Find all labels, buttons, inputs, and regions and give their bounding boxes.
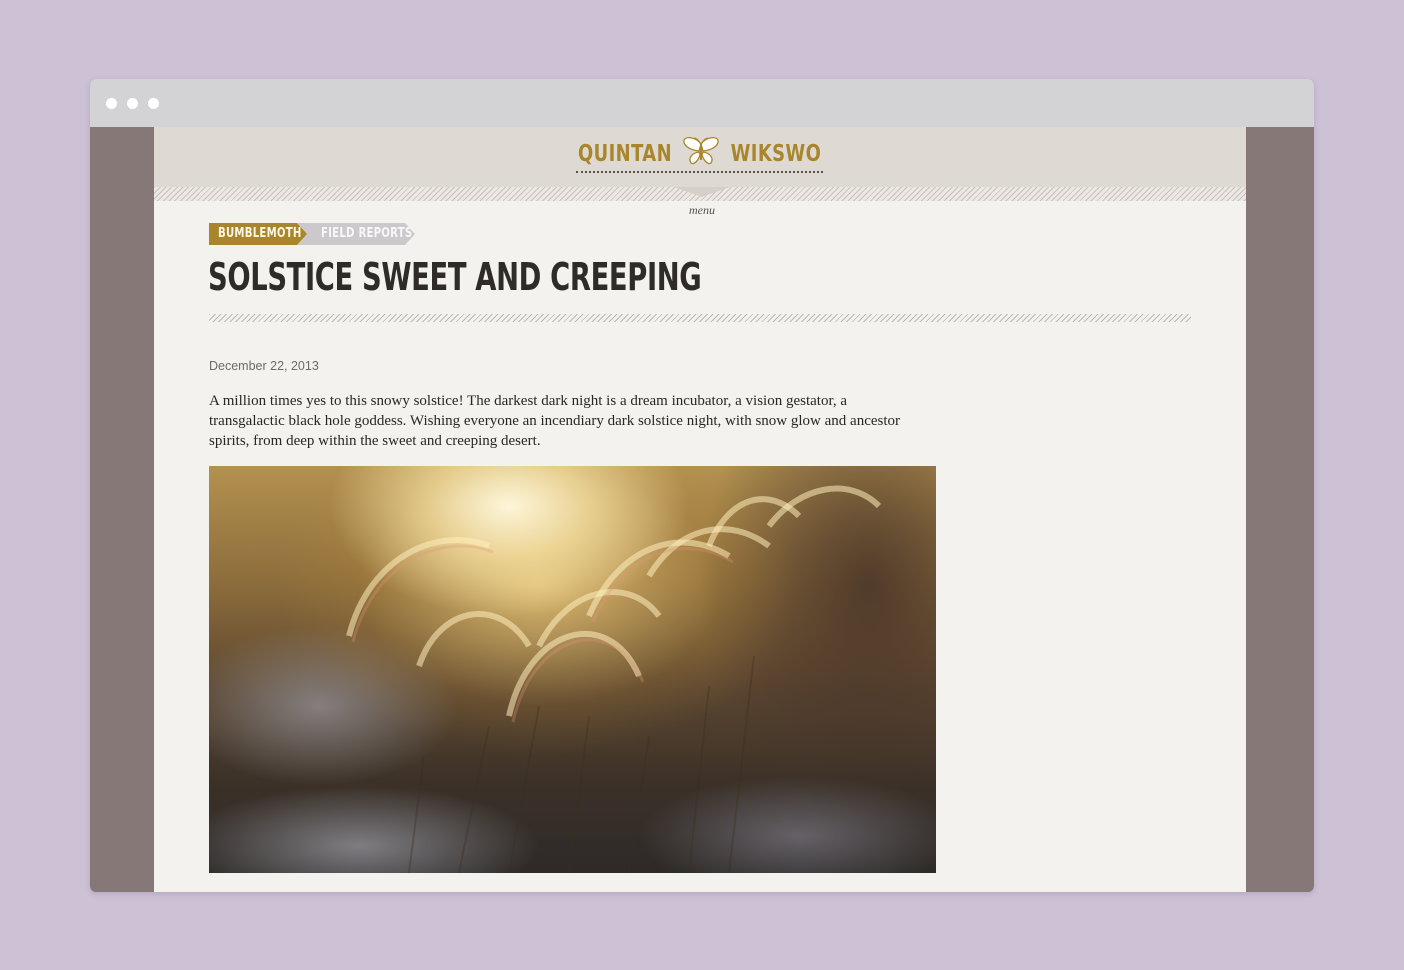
site-logo[interactable]: QUINTAN WIKSWO	[576, 133, 823, 173]
post-body: A million times yes to this snowy solsti…	[209, 393, 901, 449]
webpage: QUINTAN WIKSWO menu BUMBLEMOTH FIELD REP…	[154, 127, 1246, 892]
window-dot-icon-3[interactable]	[148, 98, 159, 109]
window-dot-icon-2[interactable]	[127, 98, 138, 109]
browser-window: QUINTAN WIKSWO menu BUMBLEMOTH FIELD REP…	[90, 79, 1314, 892]
menu-link[interactable]: menu	[672, 203, 732, 218]
post-date: December 22, 2013	[209, 359, 319, 373]
window-dot-icon-1[interactable]	[106, 98, 117, 109]
breadcrumb-item-bumblemoth[interactable]: BUMBLEMOTH	[209, 223, 307, 245]
menu-tab-notch[interactable]	[674, 187, 730, 197]
photo-flare-overlay	[346, 485, 882, 873]
breadcrumb-item-field-reports[interactable]: FIELD REPORTS	[297, 223, 415, 245]
logo-word-right: WIKSWO	[730, 141, 821, 167]
browser-toolbar	[90, 79, 1314, 127]
moth-icon	[683, 137, 719, 165]
solstice-photo	[209, 466, 936, 873]
site-header: QUINTAN WIKSWO	[154, 127, 1246, 187]
post-title: SOLSTICE SWEET AND CREEPING	[208, 255, 702, 299]
title-divider	[209, 314, 1191, 322]
logo-word-left: QUINTAN	[578, 141, 672, 167]
